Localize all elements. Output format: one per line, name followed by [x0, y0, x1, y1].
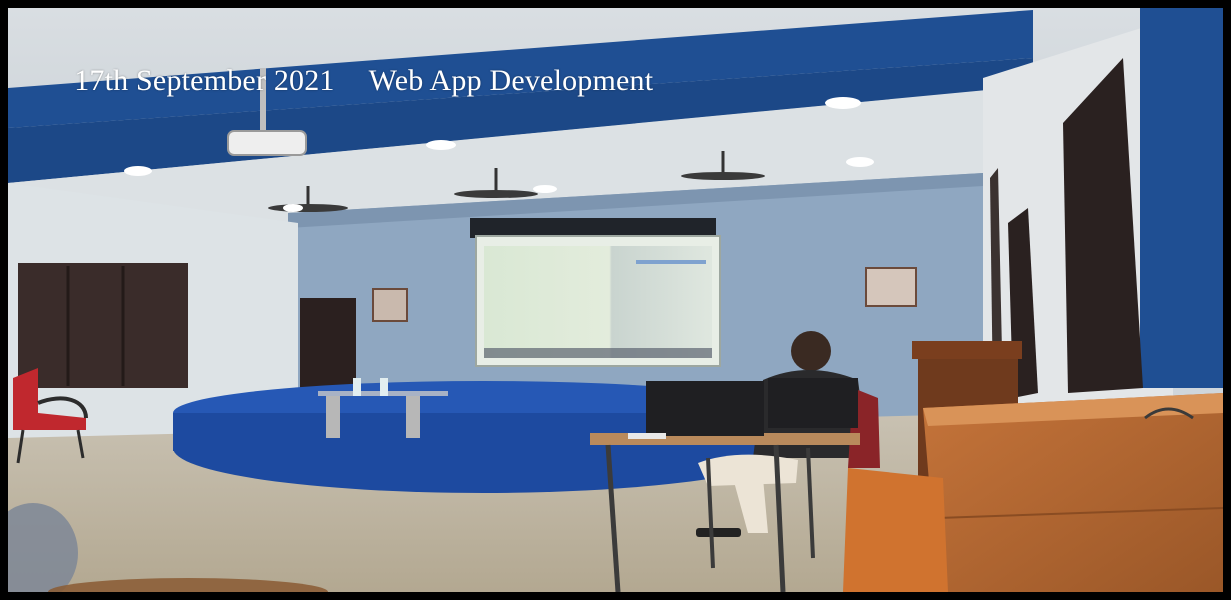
ceiling-light — [426, 140, 456, 150]
photo-caption: 17th September 2021 Web App Development — [28, 30, 653, 132]
ceiling-light — [846, 157, 874, 167]
laptop — [768, 378, 858, 428]
caption-title: Web App Development — [368, 64, 654, 97]
classroom-photo: 17th September 2021 Web App Development — [8, 8, 1223, 592]
ceiling-light — [825, 97, 861, 109]
podium — [912, 341, 1022, 359]
ceiling-light — [283, 204, 303, 212]
wall-frame-left — [372, 288, 408, 322]
foreground-desk-left — [843, 468, 948, 592]
ceiling-light — [533, 185, 557, 193]
ceiling-projector — [227, 130, 307, 156]
wall-frame-right — [865, 267, 917, 307]
ceiling-light — [124, 166, 152, 176]
laptop — [646, 381, 764, 436]
caption-date: 17th September 2021 — [74, 64, 335, 97]
image-frame: 17th September 2021 Web App Development — [0, 0, 1231, 600]
left-window — [18, 263, 188, 388]
